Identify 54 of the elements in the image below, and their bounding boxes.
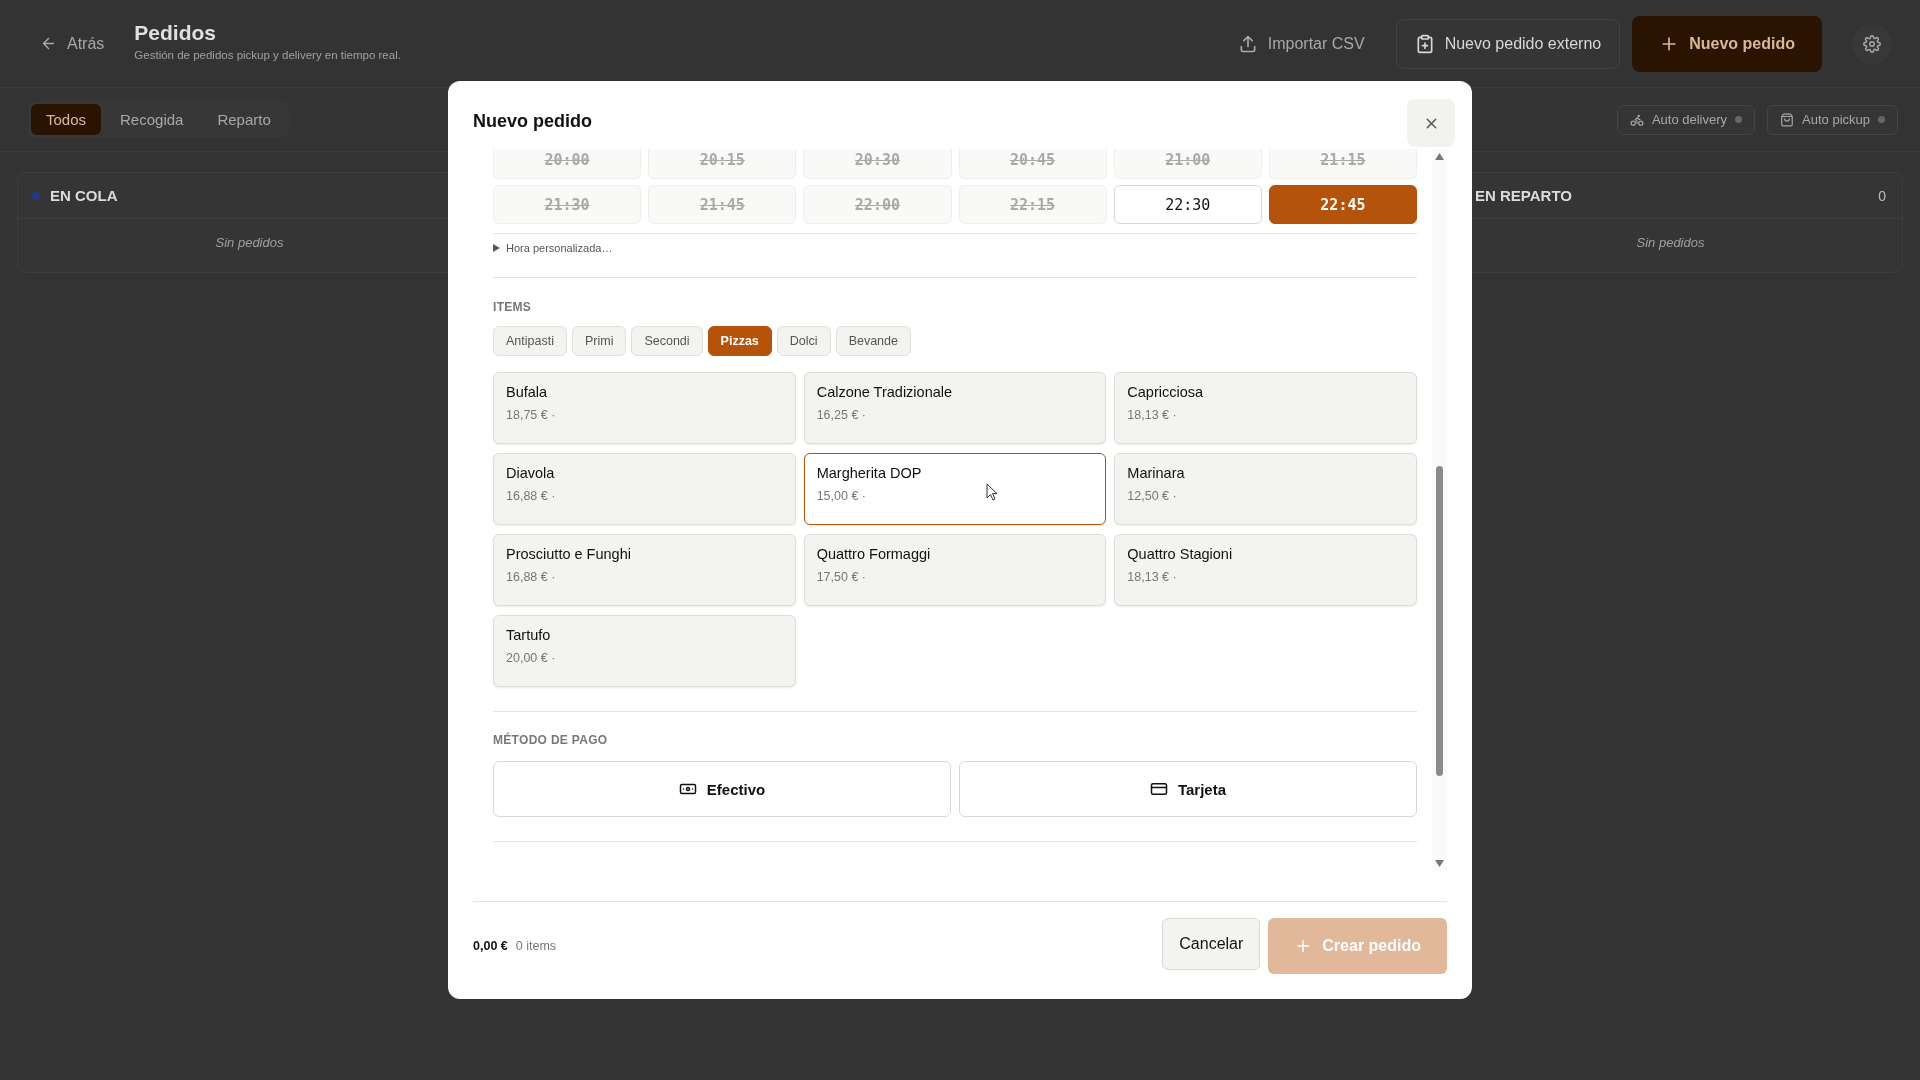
auto-toggle[interactable]: Auto delivery [1616, 104, 1756, 135]
caret-icon [493, 244, 500, 252]
product-card[interactable]: Bufala 18,75 € · [493, 372, 796, 444]
filter-tab[interactable]: Reparto [202, 104, 286, 135]
payment-option[interactable]: Tarjeta [959, 761, 1417, 817]
time-slot[interactable]: 22:30 [1113, 185, 1262, 224]
category-tab[interactable]: Bevande [835, 326, 911, 356]
scroll-up-icon[interactable] [1435, 153, 1444, 160]
filter-tab[interactable]: Recogida [105, 104, 199, 135]
cursor-icon [985, 483, 998, 501]
product-card[interactable]: Margherita DOP 15,00 € · [803, 453, 1107, 525]
product-card[interactable]: Calzone Tradizionale 16,25 € · [803, 372, 1107, 444]
back-button[interactable]: Atrás [30, 26, 115, 61]
order-total: 0,00 € [473, 939, 508, 953]
auto-toggle[interactable]: Auto pickup [1767, 104, 1898, 135]
section-label: MÉTODO DE PAGO [493, 733, 609, 747]
custom-time-toggle[interactable]: Hora personalizada… [493, 242, 613, 254]
filter-tab[interactable]: Todos [31, 104, 102, 135]
category-tab[interactable]: Antipasti [493, 326, 567, 356]
empty-message: Sin pedidos [1635, 234, 1706, 252]
cancel-button[interactable]: Cancelar [1162, 918, 1261, 970]
bicycle-icon [1629, 112, 1644, 127]
arrow-left-icon [40, 35, 57, 52]
scrollbar-thumb[interactable] [1436, 466, 1443, 776]
product-card[interactable]: Marinara 12,50 € · [1114, 453, 1417, 525]
page-title: Pedidos [134, 20, 218, 45]
import-button[interactable]: Importar CSV [1218, 18, 1384, 69]
category-tab[interactable]: Dolci [776, 326, 831, 356]
shopping-bag-icon [1780, 112, 1795, 127]
product-card[interactable]: Tartufo 20,00 € · [493, 615, 796, 687]
product-card[interactable]: Quattro Formaggi 17,50 € · [803, 534, 1107, 606]
section-label: ITEMS [493, 300, 533, 314]
empty-message: Sin pedidos [214, 234, 285, 252]
category-tab[interactable]: Primi [571, 326, 627, 356]
dialog-title: Nuevo pedido [473, 111, 592, 132]
settings-button[interactable] [1852, 23, 1892, 64]
new-order-button[interactable]: Nuevo pedido [1632, 15, 1822, 72]
column-title: EN REPARTO [1475, 187, 1572, 204]
product-card[interactable]: Diavola 16,88 € · [493, 453, 796, 525]
category-tab[interactable]: Pizzas [707, 326, 772, 356]
product-card[interactable]: Capricciosa 18,13 € · [1114, 372, 1417, 444]
external-order-button[interactable]: Nuevo pedido externo [1395, 18, 1621, 69]
payment-option[interactable]: Efectivo [493, 761, 951, 817]
category-tab[interactable]: Secondi [631, 326, 703, 356]
scroll-down-icon[interactable] [1435, 860, 1444, 867]
credit-card-icon [1149, 780, 1168, 798]
column-title: EN COLA [50, 187, 118, 204]
product-card[interactable]: Prosciutto e Funghi 16,88 € · [493, 534, 796, 606]
product-card[interactable]: Quattro Stagioni 18,13 € · [1114, 534, 1417, 606]
column-count: 0 [1878, 187, 1886, 204]
time-slot[interactable]: 22:45 [1268, 185, 1417, 224]
item-count: 0 items [515, 939, 557, 953]
settings-icon [1863, 34, 1881, 53]
page-subtitle: Gestión de pedidos pickup y delivery en tiempo real. [134, 48, 401, 61]
